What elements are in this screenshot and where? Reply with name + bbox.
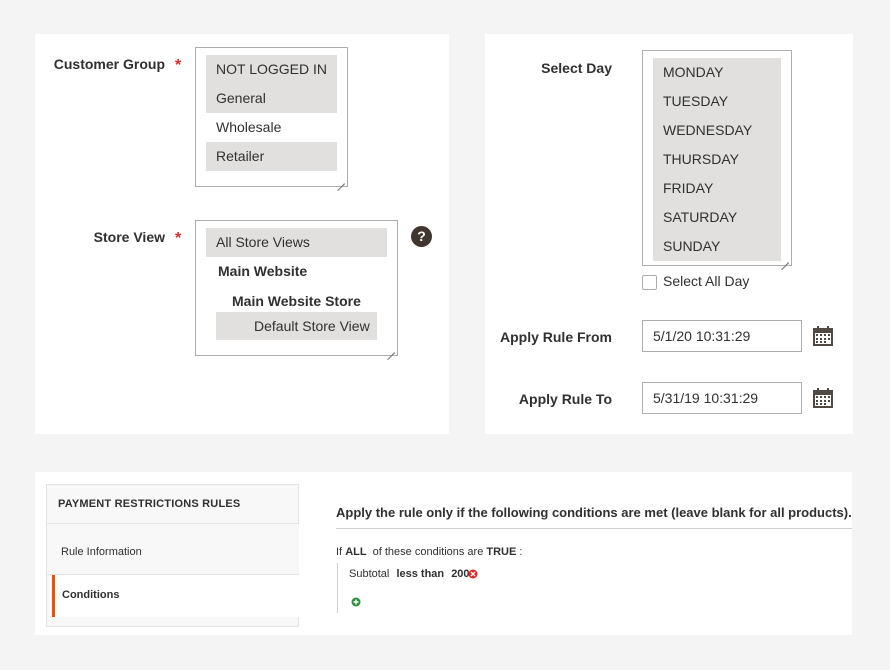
apply-rule-to-input[interactable]: [642, 382, 802, 414]
apply-rule-from-label: Apply Rule From: [499, 329, 612, 345]
tab-label: Rule Information: [61, 546, 142, 558]
day-option[interactable]: FRIDAY: [653, 174, 781, 203]
help-icon[interactable]: ?: [411, 226, 432, 247]
day-option[interactable]: WEDNESDAY: [653, 116, 781, 145]
day-option[interactable]: THURSDAY: [653, 145, 781, 174]
day-option[interactable]: MONDAY: [653, 58, 781, 87]
conditions-tree-line: [337, 563, 338, 613]
conditions-aggregator-line: If ALL of these conditions are TRUE :: [336, 546, 522, 558]
resize-handle-icon[interactable]: [781, 255, 789, 263]
select-all-day-checkbox[interactable]: [642, 275, 657, 290]
remove-condition-icon[interactable]: [468, 569, 478, 579]
store-view-label: Store View: [93, 229, 165, 245]
calendar-icon[interactable]: [812, 325, 834, 347]
aggregator-select[interactable]: ALL: [345, 546, 366, 558]
apply-rule-to-label: Apply Rule To: [518, 391, 612, 407]
store-view-option[interactable]: All Store Views: [206, 228, 387, 257]
customer-group-option[interactable]: NOT LOGGED IN: [206, 55, 337, 84]
customer-group-option[interactable]: Wholesale: [206, 113, 337, 142]
store-view-group: Main Website: [218, 263, 308, 279]
condition-operator[interactable]: less than: [396, 568, 444, 580]
customer-group-label: Customer Group: [53, 56, 165, 72]
store-view-required: *: [175, 230, 182, 247]
condition-rule: Subtotal less than 200: [349, 568, 470, 580]
if-text: If: [336, 546, 343, 558]
calendar-icon[interactable]: [812, 387, 834, 409]
day-option[interactable]: TUESDAY: [653, 87, 781, 116]
customer-group-select[interactable]: NOT LOGGED IN General Wholesale Retailer: [195, 47, 348, 187]
condition-value[interactable]: 200: [451, 568, 469, 580]
tab-rule-information[interactable]: Rule Information: [47, 524, 299, 574]
select-day-label: Select Day: [541, 60, 612, 76]
aggregator-value-select[interactable]: TRUE: [486, 546, 516, 558]
add-condition-icon[interactable]: [351, 597, 361, 607]
resize-handle-icon[interactable]: [337, 176, 345, 184]
resize-handle-icon[interactable]: [387, 345, 395, 353]
day-option[interactable]: SATURDAY: [653, 203, 781, 232]
apply-rule-from-input[interactable]: [642, 320, 802, 352]
customer-group-option[interactable]: General: [206, 84, 337, 113]
day-option[interactable]: SUNDAY: [653, 232, 781, 261]
tabs-sidebar: PAYMENT RESTRICTIONS RULES Rule Informat…: [46, 484, 299, 627]
tabs-title: PAYMENT RESTRICTIONS RULES: [58, 498, 241, 510]
customer-group-option[interactable]: Retailer: [206, 142, 337, 171]
store-view-option[interactable]: Default Store View: [216, 312, 377, 340]
tab-conditions[interactable]: Conditions: [52, 575, 299, 617]
condition-attribute: Subtotal: [349, 568, 390, 580]
tab-label: Conditions: [62, 589, 120, 601]
aggregator-colon: :: [519, 546, 523, 558]
store-view-select[interactable]: All Store Views Main Website Main Websit…: [195, 220, 398, 356]
customer-group-required: *: [175, 57, 182, 74]
select-day-select[interactable]: MONDAY TUESDAY WEDNESDAY THURSDAY FRIDAY…: [642, 50, 792, 266]
aggregator-middle-text: of these conditions are: [372, 546, 484, 558]
heading-divider: [336, 528, 852, 529]
conditions-heading: Apply the rule only if the following con…: [336, 505, 852, 520]
select-all-day-label[interactable]: Select All Day: [663, 273, 749, 289]
